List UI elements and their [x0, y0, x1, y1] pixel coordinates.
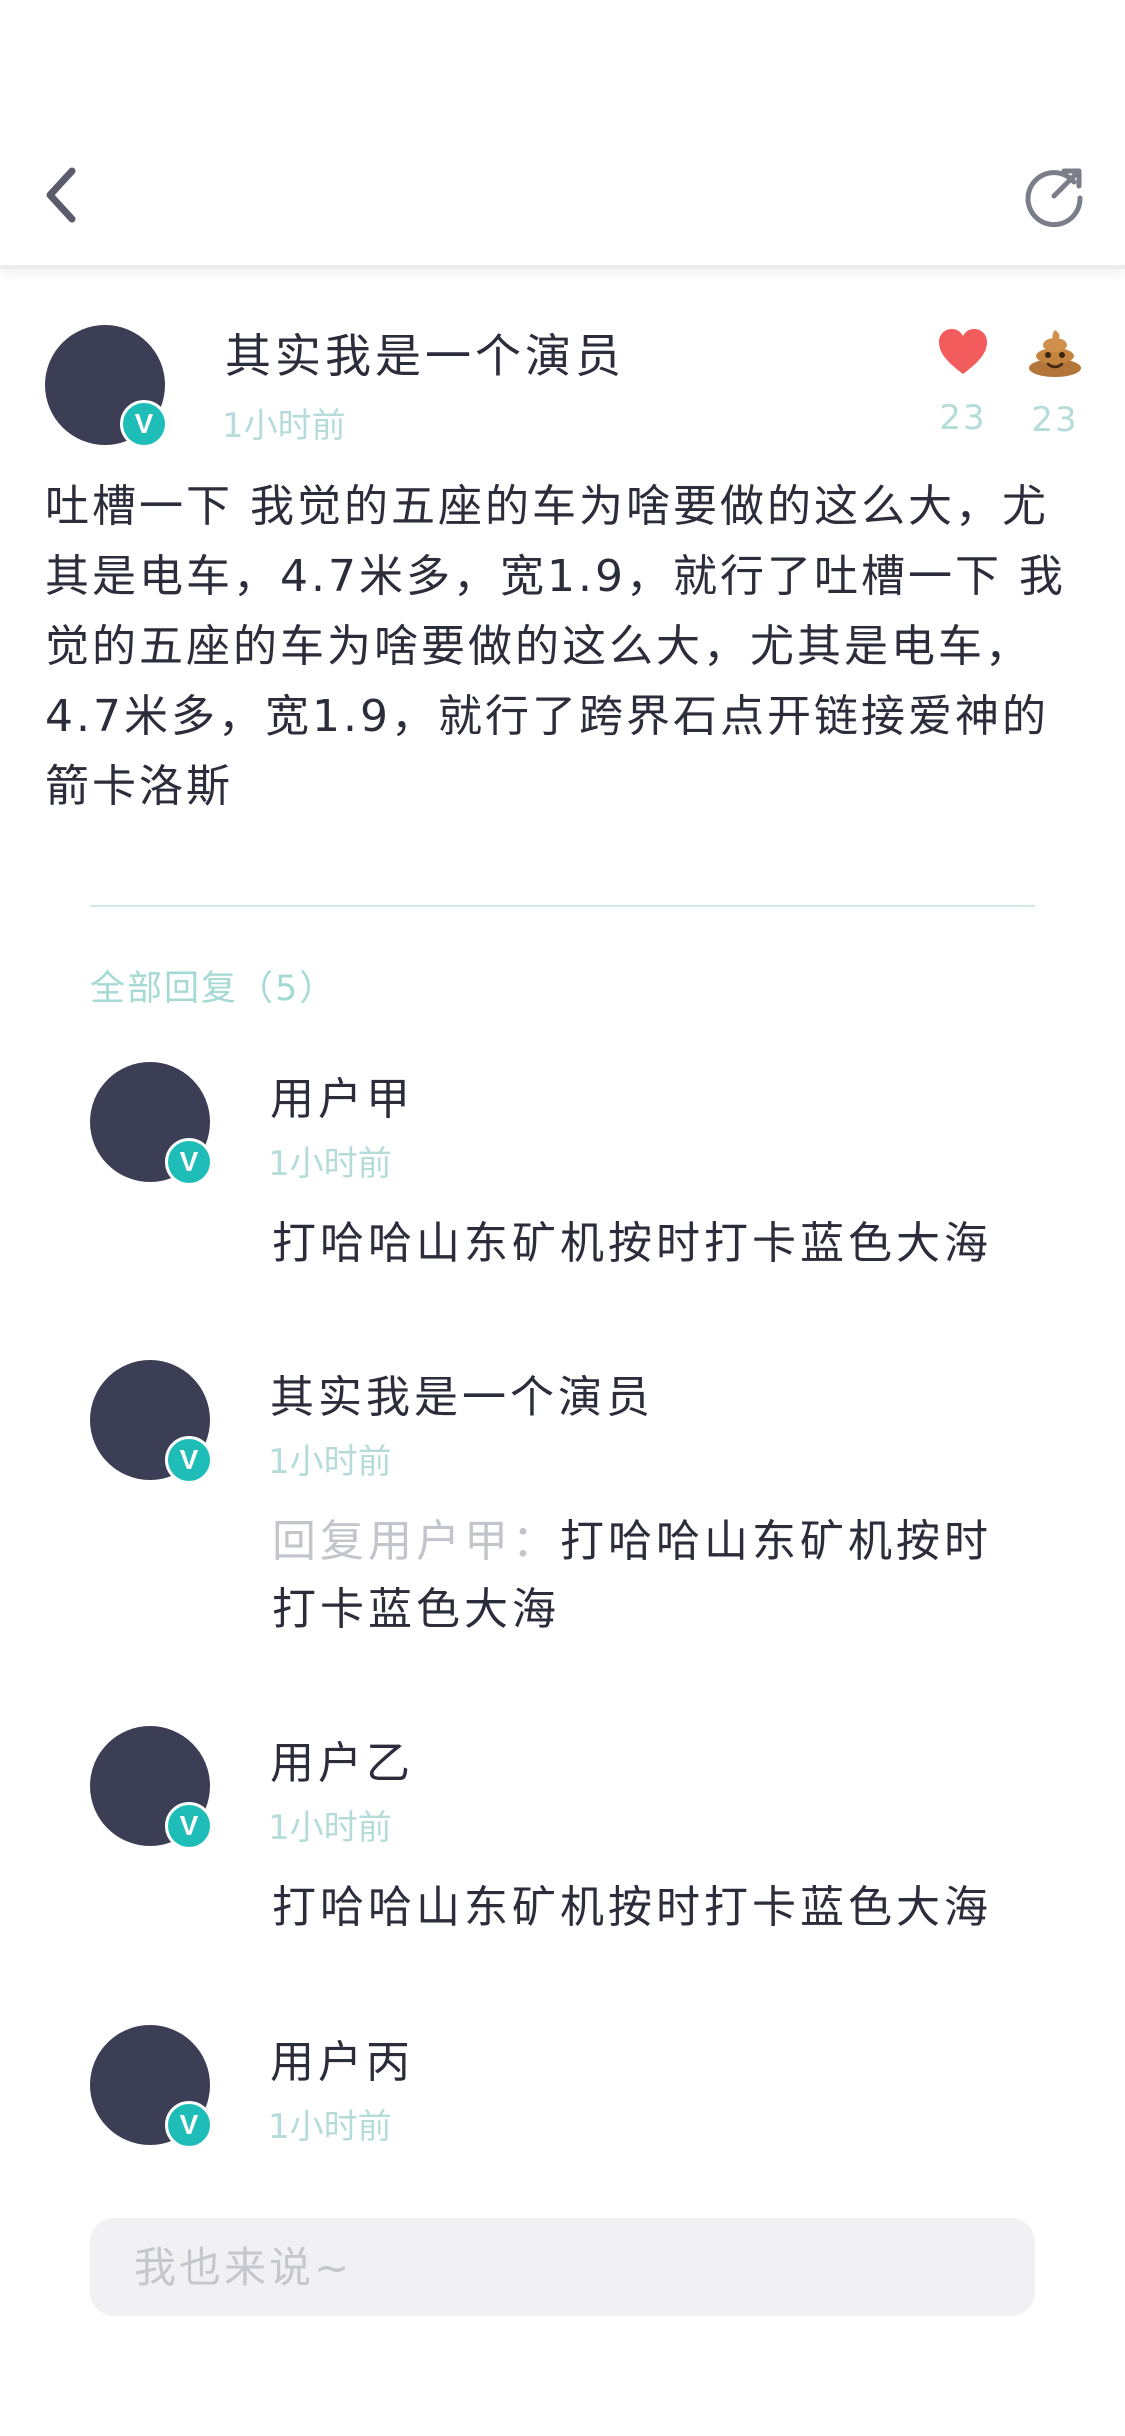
- post-timestamp: 1小时前: [222, 406, 346, 446]
- reply-author-name[interactable]: 其实我是一个演员: [270, 1361, 654, 1425]
- reply-content: 回复用户甲：打哈哈山东矿机按时打卡蓝色大海: [272, 1508, 1032, 1644]
- post-author-avatar[interactable]: V: [45, 325, 168, 448]
- reply-author-name[interactable]: 用户乙: [270, 1727, 414, 1791]
- poop-icon: [1029, 330, 1081, 377]
- reply-avatar[interactable]: V: [90, 1726, 213, 1850]
- reply-content-text: 打哈哈山东矿机按时打卡蓝色大海: [272, 1882, 992, 1933]
- reply-author-name[interactable]: 用户丙: [270, 2026, 414, 2090]
- heart-icon: [939, 329, 987, 374]
- post-content: 吐槽一下 我觉的五座的车为啥要做的这么大，尤其是电车，4.7米多，宽1.9，就行…: [45, 481, 1066, 812]
- reply-avatar[interactable]: V: [90, 2025, 213, 2149]
- all-replies-heading: 全部回复（5）: [90, 969, 337, 1009]
- reply-timestamp: 1小时前: [268, 1442, 392, 1482]
- reply-timestamp: 1小时前: [268, 1808, 392, 1848]
- reply-content: 打哈哈山东矿机按时打卡蓝色大海: [272, 1874, 1032, 1942]
- share-button[interactable]: [1015, 155, 1095, 235]
- post-author-name[interactable]: 其实我是一个演员: [225, 320, 625, 386]
- reply-content-text: 打哈哈山东矿机按时打卡蓝色大海: [272, 1218, 992, 1269]
- top-nav-bar: [0, 0, 1125, 269]
- share-refresh-icon: [1025, 168, 1083, 228]
- section-divider: [90, 905, 1035, 907]
- like-count: 23: [939, 398, 987, 438]
- back-button[interactable]: [30, 150, 90, 240]
- reply-author-name[interactable]: 用户甲: [270, 1063, 414, 1127]
- reply-content: 打哈哈山东矿机按时打卡蓝色大海: [272, 1210, 1032, 1278]
- reply-avatar[interactable]: V: [90, 1360, 213, 1484]
- poop-count: 23: [1031, 400, 1079, 440]
- verified-badge-icon: V: [165, 1436, 213, 1484]
- like-button[interactable]: 23: [923, 328, 1003, 438]
- reply-to-prefix[interactable]: 回复用户甲：: [272, 1516, 560, 1567]
- chevron-left-icon: [46, 167, 76, 223]
- reply-avatar[interactable]: V: [90, 1062, 213, 1186]
- reply-timestamp: 1小时前: [268, 2107, 392, 2147]
- comment-input[interactable]: [90, 2218, 1035, 2316]
- verified-badge-icon: V: [165, 1138, 213, 1186]
- verified-badge-icon: V: [165, 1802, 213, 1850]
- poop-button[interactable]: 23: [1015, 328, 1095, 440]
- reply-timestamp: 1小时前: [268, 1144, 392, 1184]
- verified-badge-icon: V: [165, 2101, 213, 2149]
- verified-badge-icon: V: [120, 400, 168, 448]
